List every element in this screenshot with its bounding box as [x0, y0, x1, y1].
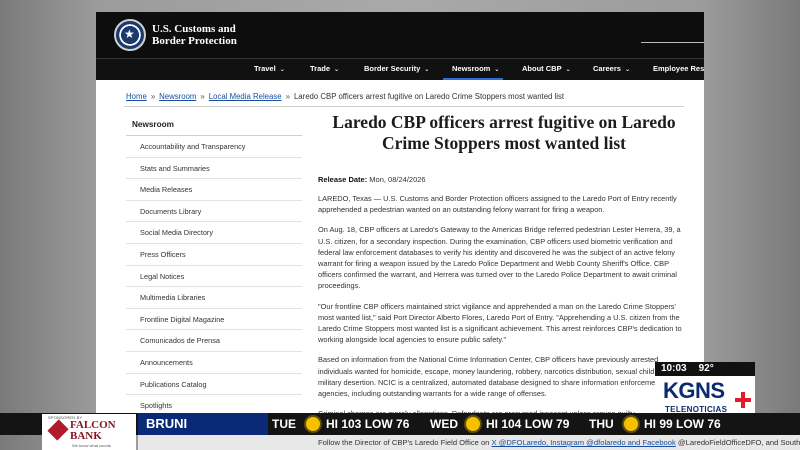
- forecast-temp: HI 104 LOW 79: [486, 417, 570, 431]
- chevron-down-icon: ⌄: [334, 66, 340, 73]
- nav-about-cbp[interactable]: About CBP ⌄: [522, 64, 571, 73]
- nav-label: Careers: [593, 64, 621, 73]
- sun-icon: [306, 417, 320, 431]
- nav-employee-resources[interactable]: Employee Reso: [653, 64, 704, 73]
- crawl-text: Follow the Director of CBP's Laredo Fiel…: [318, 438, 490, 447]
- sponsor-logo: SPONSORED BY FALCON BANK We know what co…: [42, 414, 136, 450]
- time-temp-bar: 10:03 92°: [655, 362, 755, 376]
- sidebar-title[interactable]: Newsroom: [126, 116, 302, 136]
- crawl-text: @LaredoFieldOfficeDFO, and South Texas O…: [677, 438, 800, 447]
- chevron-down-icon: ⌄: [279, 66, 285, 73]
- article-headline: Laredo CBP officers arrest fugitive on L…: [332, 112, 676, 153]
- forecast-temp: HI 99 LOW 76: [644, 417, 721, 431]
- nav-label: Employee Reso: [653, 64, 704, 73]
- sidebar-item-documents[interactable]: Documents Library: [126, 201, 302, 223]
- breadcrumb-separator-icon: »: [200, 92, 205, 101]
- sidebar-item-press-officers[interactable]: Press Officers: [126, 244, 302, 266]
- sidebar-item-legal-notices[interactable]: Legal Notices: [126, 266, 302, 288]
- sidebar-item-accountability[interactable]: Accountability and Transparency: [126, 136, 302, 158]
- breadcrumb-newsroom[interactable]: Newsroom: [159, 92, 196, 101]
- sidebar-nav: Newsroom Accountability and Transparency…: [126, 116, 302, 417]
- nav-travel[interactable]: Travel ⌄: [254, 64, 285, 73]
- forecast-day: WED: [430, 417, 458, 431]
- nav-trade[interactable]: Trade ⌄: [310, 64, 339, 73]
- chevron-down-icon: ⌄: [624, 66, 630, 73]
- article-paragraph: Based on information from the National C…: [318, 355, 684, 399]
- nav-label: Newsroom: [452, 64, 491, 73]
- sidebar-item-stats[interactable]: Stats and Summaries: [126, 158, 302, 180]
- page-text-behind-ticker: Follow the Director of CBP's Laredo Fiel…: [138, 435, 800, 450]
- plus-icon: [735, 392, 751, 408]
- breadcrumb-local-media-release[interactable]: Local Media Release: [209, 92, 282, 101]
- sun-icon: [624, 417, 638, 431]
- nav-border-security[interactable]: Border Security ⌄: [364, 64, 429, 73]
- sidebar-item-publications[interactable]: Publications Catalog: [126, 374, 302, 396]
- article: Laredo CBP officers arrest fugitive on L…: [318, 112, 690, 419]
- breadcrumb-separator-icon: »: [150, 92, 156, 101]
- release-date-label: Release Date:: [318, 175, 368, 184]
- sidebar-item-media-releases[interactable]: Media Releases: [126, 179, 302, 201]
- falcon-bank-mark-icon: [47, 419, 69, 441]
- divider: [124, 106, 684, 107]
- sidebar-item-announcements[interactable]: Announcements: [126, 352, 302, 374]
- article-paragraph: LAREDO, Texas — U.S. Customs and Border …: [318, 194, 677, 215]
- clock-time: 10:03: [661, 363, 687, 374]
- station-logo: KGNS: [663, 378, 725, 403]
- breadcrumb: Home» Newsroom» Local Media Release» Laredo…: [126, 92, 564, 101]
- breadcrumb-home[interactable]: Home: [126, 92, 147, 101]
- sun-icon: [466, 417, 480, 431]
- nav-active-indicator: [443, 78, 503, 80]
- sidebar-item-social-media[interactable]: Social Media Directory: [126, 222, 302, 244]
- nav-label: About CBP: [522, 64, 562, 73]
- release-date-value: Mon, 08/24/2026: [369, 175, 426, 184]
- breadcrumb-current: Laredo CBP officers arrest fugitive on L…: [293, 92, 565, 101]
- forecast-day: THU: [589, 417, 614, 431]
- logo-line-1: U.S. Customs and: [152, 23, 236, 35]
- nav-newsroom[interactable]: Newsroom ⌄: [452, 64, 499, 73]
- nav-label: Travel: [254, 64, 276, 73]
- sidebar-item-frontline[interactable]: Frontline Digital Magazine: [126, 309, 302, 331]
- nav-label: Border Security: [364, 64, 421, 73]
- breadcrumb-separator-icon: »: [285, 92, 290, 101]
- logo-line-2: Border Protection: [152, 35, 237, 47]
- browser-page: ★ U.S. Customs and Border Protection Tra…: [96, 12, 704, 432]
- release-date: Release Date: Mon, 08/24/2026: [318, 175, 690, 184]
- sponsor-name-line2: BANK: [70, 430, 102, 442]
- forecast-day: TUE: [272, 417, 296, 431]
- crawl-link[interactable]: X @DFOLaredo, Instagram @dfolaredo and F…: [492, 438, 676, 447]
- seal-star-icon: ★: [124, 27, 135, 41]
- ticker-city: BRUNI: [138, 413, 268, 435]
- chevron-down-icon: ⌄: [424, 66, 430, 73]
- nav-careers[interactable]: Careers ⌄: [593, 64, 630, 73]
- station-bug: 10:03 92° KGNS TELENOTICIAS: [655, 362, 755, 420]
- sidebar-item-multimedia[interactable]: Multimedia Libraries: [126, 287, 302, 309]
- sidebar-item-comunicados[interactable]: Comunicados de Prensa: [126, 330, 302, 352]
- forecast-temp: HI 103 LOW 76: [326, 417, 410, 431]
- chevron-down-icon: ⌄: [565, 66, 571, 73]
- current-temp: 92°: [698, 363, 714, 374]
- search-field[interactable]: [641, 42, 704, 43]
- sponsor-tagline: We know what counts: [72, 443, 111, 448]
- article-paragraph: "Our frontline CBP officers maintained s…: [318, 301, 682, 345]
- article-paragraph: On Aug. 18, CBP officers at Laredo's Gat…: [318, 225, 681, 291]
- chevron-down-icon: ⌄: [494, 66, 500, 73]
- main-nav: Travel ⌄ Trade ⌄ Border Security ⌄ Newsroom…: [96, 58, 704, 80]
- nav-label: Trade: [310, 64, 331, 73]
- site-logo[interactable]: U.S. Customs and Border Protection: [152, 23, 237, 47]
- site-header: ★ U.S. Customs and Border Protection: [96, 12, 704, 58]
